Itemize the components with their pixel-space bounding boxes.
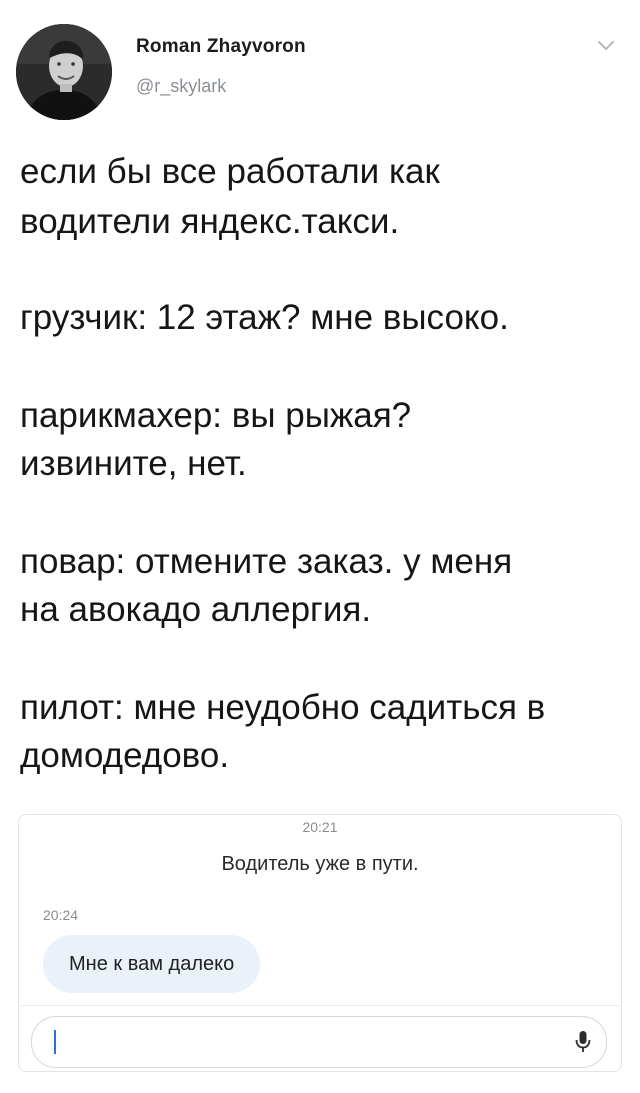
tweet-line: домодедово.: [20, 736, 230, 775]
tweet-header: Roman Zhayvoron @r_skylark: [0, 0, 640, 120]
tweet-line: водители яндекс.такси.: [20, 202, 400, 241]
tweet-line: повар: отмените заказ. у меня: [20, 542, 513, 581]
message-bubble[interactable]: Мне к вам далеко: [43, 935, 261, 993]
message-timestamp: 20:24: [43, 907, 79, 923]
user-handle[interactable]: @r_skylark: [136, 76, 226, 97]
divider: [19, 1005, 621, 1006]
message-input[interactable]: [31, 1016, 607, 1068]
system-message: Водитель уже в пути.: [221, 853, 419, 875]
tweet-line: на авокадо аллергия.: [20, 590, 372, 629]
tweet-line: пилот: мне неудобно садиться в: [20, 688, 546, 727]
chevron-down-icon[interactable]: [596, 38, 616, 54]
tweet-line: парикмахер: вы рыжая?: [20, 396, 412, 435]
message-timestamp: 20:21: [302, 819, 338, 835]
user-name[interactable]: Roman Zhayvoron: [136, 36, 306, 58]
avatar[interactable]: [16, 24, 112, 120]
chat-screenshot: 20:21 Водитель уже в пути. 20:24 Мне к в…: [18, 814, 622, 1072]
tweet-line: грузчик: 12 этаж? мне высоко.: [20, 298, 509, 337]
tweet-line: если бы все работали как: [20, 152, 440, 191]
text-cursor: [54, 1030, 56, 1054]
tweet-line: извините, нет.: [20, 444, 247, 483]
microphone-icon[interactable]: [574, 1029, 592, 1055]
